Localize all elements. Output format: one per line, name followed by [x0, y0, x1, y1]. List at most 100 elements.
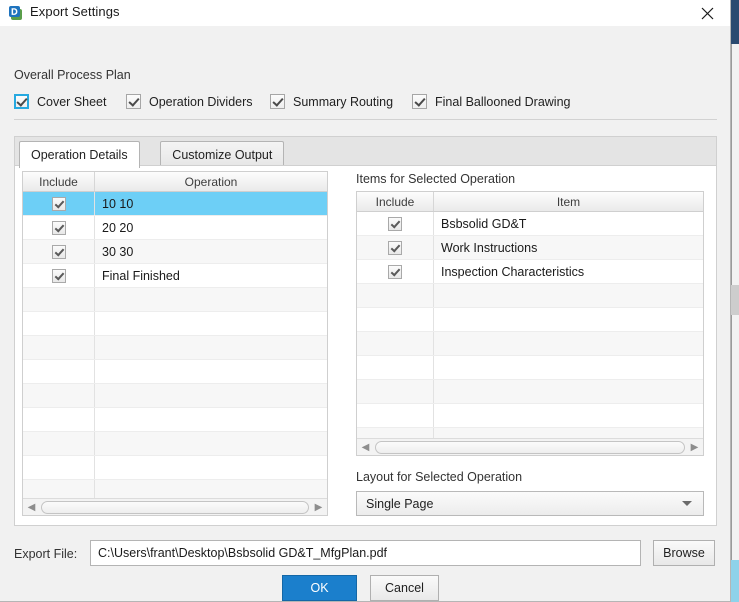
- table-row-empty[interactable]: [357, 356, 703, 380]
- checkbox-label: Final Ballooned Drawing: [435, 94, 571, 109]
- scroll-right-icon[interactable]: ▶: [686, 439, 703, 456]
- checkbox-icon[interactable]: [388, 216, 402, 231]
- cancel-button[interactable]: Cancel: [370, 575, 439, 601]
- table-row-empty[interactable]: [357, 380, 703, 404]
- background-scrollbar-thumb[interactable]: [731, 285, 739, 315]
- row-label: 30 30: [102, 244, 134, 259]
- row-include-checkbox[interactable]: [23, 216, 95, 239]
- row-label-cell: [95, 288, 327, 311]
- checkbox-icon[interactable]: [412, 94, 427, 109]
- table-row[interactable]: 10 10: [23, 192, 327, 216]
- tab-operation-details[interactable]: Operation Details: [19, 141, 140, 168]
- row-label: 20 20: [102, 220, 134, 235]
- checkbox-icon[interactable]: [51, 196, 66, 211]
- items-grid-hscrollbar[interactable]: ◀ ▶: [357, 438, 703, 455]
- table-row-empty[interactable]: [23, 384, 327, 408]
- table-row-empty[interactable]: [23, 432, 327, 456]
- row-include-checkbox[interactable]: [23, 240, 95, 263]
- layout-for-selected-operation-label: Layout for Selected Operation: [356, 470, 523, 484]
- checkbox-icon[interactable]: [51, 244, 66, 259]
- scroll-left-icon[interactable]: ◀: [357, 439, 374, 456]
- row-include-cell: [357, 404, 434, 427]
- checkbox-icon[interactable]: [388, 264, 402, 279]
- table-row-empty[interactable]: [23, 360, 327, 384]
- table-row-empty[interactable]: [23, 288, 327, 312]
- table-row[interactable]: Work Instructions: [357, 236, 703, 260]
- browse-button[interactable]: Browse: [653, 540, 715, 566]
- operations-grid-hscrollbar[interactable]: ◀ ▶: [23, 498, 327, 515]
- scroll-right-icon[interactable]: ▶: [310, 499, 327, 516]
- row-label-cell: [95, 384, 327, 407]
- table-row[interactable]: Inspection Characteristics: [357, 260, 703, 284]
- operations-col-operation: Operation: [184, 174, 238, 189]
- dialog-titlebar[interactable]: Export Settings: [0, 0, 730, 26]
- checkbox-icon[interactable]: [51, 220, 66, 235]
- checkbox-icon[interactable]: [270, 94, 285, 109]
- export-settings-dialog: Export Settings Overall Process Plan Cov…: [0, 0, 731, 602]
- row-label-cell: [95, 456, 327, 479]
- scroll-thumb[interactable]: [375, 440, 685, 454]
- checkbox-icon[interactable]: [388, 240, 402, 255]
- checkbox-icon[interactable]: [14, 94, 29, 109]
- close-icon[interactable]: [684, 0, 730, 26]
- scroll-track[interactable]: [40, 499, 310, 516]
- table-row-empty[interactable]: [357, 404, 703, 428]
- app-logo-icon: [8, 5, 24, 21]
- ok-button[interactable]: OK: [282, 575, 357, 601]
- row-include-cell: [357, 284, 434, 307]
- row-include-checkbox[interactable]: [23, 264, 95, 287]
- row-label-cell: [95, 312, 327, 335]
- checkbox-icon[interactable]: [51, 268, 66, 283]
- scroll-thumb[interactable]: [41, 500, 309, 514]
- export-file-label: Export File:: [14, 547, 78, 561]
- row-label-cell: [434, 308, 703, 331]
- row-label-cell: [434, 356, 703, 379]
- row-label: Inspection Characteristics: [441, 264, 585, 279]
- checkbox-option-2[interactable]: Summary Routing: [270, 94, 393, 109]
- row-include-cell: [23, 456, 95, 479]
- row-label-cell: [95, 408, 327, 431]
- row-include-cell: [23, 288, 95, 311]
- layout-dropdown[interactable]: Single Page: [356, 491, 704, 516]
- export-file-input[interactable]: C:\Users\frant\Desktop\Bsbsolid GD&T_Mfg…: [90, 540, 641, 566]
- row-include-checkbox[interactable]: [357, 212, 434, 235]
- checkbox-option-0[interactable]: Cover Sheet: [14, 94, 106, 109]
- scroll-track[interactable]: [374, 439, 686, 456]
- table-row[interactable]: 30 30: [23, 240, 327, 264]
- table-row[interactable]: 20 20: [23, 216, 327, 240]
- table-row-empty[interactable]: [23, 408, 327, 432]
- table-row-empty[interactable]: [357, 284, 703, 308]
- operations-col-include: Include: [23, 172, 95, 191]
- checkbox-option-1[interactable]: Operation Dividers: [126, 94, 253, 109]
- tab-customize-output[interactable]: Customize Output: [160, 141, 285, 167]
- row-include-cell: [357, 332, 434, 355]
- items-for-selected-operation-label: Items for Selected Operation: [356, 172, 516, 186]
- table-row-empty[interactable]: [357, 332, 703, 356]
- table-row-empty[interactable]: [23, 456, 327, 480]
- row-include-checkbox[interactable]: [357, 236, 434, 259]
- row-label: Bsbsolid GD&T: [441, 216, 527, 231]
- items-col-include: Include: [357, 192, 434, 211]
- row-label-cell: [434, 332, 703, 355]
- dialog-title: Export Settings: [30, 4, 120, 19]
- section-divider: [14, 119, 717, 120]
- table-row[interactable]: Bsbsolid GD&T: [357, 212, 703, 236]
- items-grid[interactable]: Include Item Bsbsolid GD&T Work Instructi…: [356, 191, 704, 456]
- checkbox-label: Summary Routing: [293, 94, 394, 109]
- row-include-checkbox[interactable]: [23, 192, 95, 215]
- checkbox-label: Cover Sheet: [37, 94, 107, 109]
- row-include-cell: [23, 312, 95, 335]
- checkbox-option-3[interactable]: Final Ballooned Drawing: [412, 94, 571, 109]
- row-label: Work Instructions: [441, 240, 538, 255]
- row-include-checkbox[interactable]: [357, 260, 434, 283]
- checkbox-icon[interactable]: [126, 94, 141, 109]
- table-row-empty[interactable]: [357, 308, 703, 332]
- operations-grid[interactable]: Include Operation 10 10 20 20 30 30 Final F…: [22, 171, 328, 516]
- scroll-left-icon[interactable]: ◀: [23, 499, 40, 516]
- operations-grid-body: 10 10 20 20 30 30 Final Finished: [23, 192, 327, 515]
- table-row-empty[interactable]: [23, 312, 327, 336]
- layout-dropdown-value: Single Page: [366, 496, 434, 511]
- table-row-empty[interactable]: [23, 336, 327, 360]
- table-row[interactable]: Final Finished: [23, 264, 327, 288]
- items-col-item: Item: [556, 194, 581, 209]
